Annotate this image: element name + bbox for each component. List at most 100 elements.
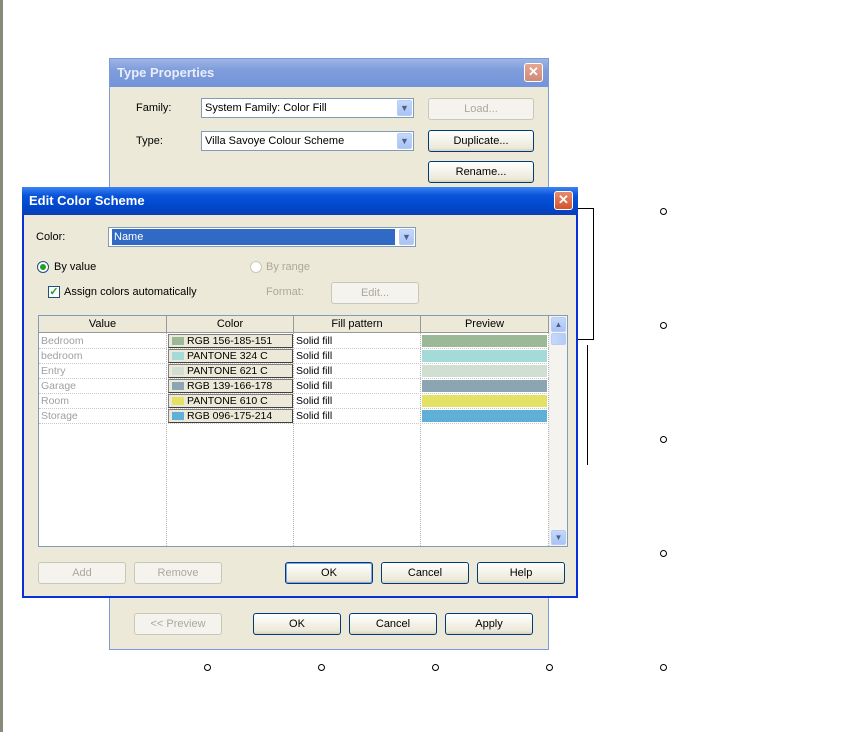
color-swatch (172, 367, 184, 375)
assign-colors-checkbox[interactable]: ✓ (48, 286, 60, 298)
by-value-radio[interactable] (37, 261, 49, 273)
page-left-border (0, 0, 3, 732)
color-cell-button[interactable]: PANTONE 610 C (168, 394, 293, 408)
by-range-label: By range (266, 261, 311, 273)
scroll-thumb[interactable] (551, 333, 566, 345)
color-cell-button[interactable]: PANTONE 621 C (168, 364, 293, 378)
vertical-scrollbar[interactable]: ▲ ▼ (549, 316, 567, 546)
column-header-value[interactable]: Value (39, 316, 167, 333)
value-cell[interactable]: bedroom (39, 349, 165, 364)
ok-button[interactable]: OK (253, 613, 341, 635)
scroll-up-arrow-icon[interactable]: ▲ (551, 317, 566, 332)
fill-pattern-cell[interactable]: Solid fill (296, 379, 418, 394)
table-row[interactable]: Room PANTONE 610 C Solid fill (39, 394, 549, 409)
value-cell[interactable]: Entry (39, 364, 165, 379)
family-label: Family: (136, 102, 172, 114)
drawing-line (577, 208, 594, 340)
dialog-title: Edit Color Scheme (29, 193, 145, 208)
selection-handle[interactable] (660, 664, 667, 671)
color-parameter-select[interactable]: Name ▼ (108, 227, 416, 247)
fill-pattern-cell[interactable]: Solid fill (296, 364, 418, 379)
add-button[interactable]: Add (38, 562, 126, 584)
color-cell-button[interactable]: PANTONE 324 C (168, 349, 293, 363)
color-swatch (172, 412, 184, 420)
selection-handle[interactable] (660, 208, 667, 215)
selection-handle[interactable] (660, 550, 667, 557)
type-properties-titlebar[interactable]: Type Properties ✕ (110, 59, 548, 87)
load-button[interactable]: Load... (428, 98, 534, 120)
table-row[interactable]: bedroom PANTONE 324 C Solid fill (39, 349, 549, 364)
value-cell[interactable]: Room (39, 394, 165, 409)
selection-handle[interactable] (660, 322, 667, 329)
assign-colors-label: Assign colors automatically (64, 286, 197, 298)
color-name: PANTONE 610 C (187, 395, 268, 407)
remove-button[interactable]: Remove (134, 562, 222, 584)
selection-handle[interactable] (318, 664, 325, 671)
fill-pattern-cell[interactable]: Solid fill (296, 409, 418, 424)
table-row[interactable]: Entry PANTONE 621 C Solid fill (39, 364, 549, 379)
ok-button[interactable]: OK (285, 562, 373, 584)
drawing-line (577, 345, 588, 465)
by-range-radio[interactable] (250, 261, 262, 273)
preview-swatch (422, 410, 547, 422)
cancel-button[interactable]: Cancel (381, 562, 469, 584)
fill-pattern-cell[interactable]: Solid fill (296, 394, 418, 409)
type-label: Type: (136, 135, 163, 147)
close-icon[interactable]: ✕ (554, 191, 573, 210)
by-value-label: By value (54, 261, 97, 273)
color-swatch (172, 397, 184, 405)
color-cell-button[interactable]: RGB 156-185-151 (168, 334, 293, 348)
duplicate-button[interactable]: Duplicate... (428, 130, 534, 152)
color-name: RGB 156-185-151 (187, 335, 273, 347)
color-name: RGB 096-175-214 (187, 410, 273, 422)
color-swatch (172, 337, 184, 345)
rename-button[interactable]: Rename... (428, 161, 534, 183)
format-label: Format: (266, 286, 304, 298)
preview-swatch (422, 350, 547, 362)
color-name: PANTONE 621 C (187, 365, 268, 377)
fill-pattern-cell[interactable]: Solid fill (296, 334, 418, 349)
selection-handle[interactable] (432, 664, 439, 671)
type-select[interactable]: Villa Savoye Colour Scheme ▼ (201, 131, 414, 151)
close-icon[interactable]: ✕ (524, 63, 543, 82)
preview-swatch (422, 395, 547, 407)
help-button[interactable]: Help (477, 562, 565, 584)
selection-handle[interactable] (546, 664, 553, 671)
apply-button[interactable]: Apply (445, 613, 533, 635)
selection-handle[interactable] (204, 664, 211, 671)
family-select[interactable]: System Family: Color Fill ▼ (201, 98, 414, 118)
edit-color-scheme-titlebar[interactable]: Edit Color Scheme ✕ (22, 187, 578, 215)
preview-swatch (422, 380, 547, 392)
column-header-fill-pattern[interactable]: Fill pattern (294, 316, 421, 333)
color-cell-button[interactable]: RGB 139-166-178 (168, 379, 293, 393)
table-row[interactable]: Garage RGB 139-166-178 Solid fill (39, 379, 549, 394)
color-parameter-value: Name (112, 229, 395, 245)
edit-color-scheme-dialog: Edit Color Scheme ✕ Color: Name ▼ By val… (22, 187, 578, 598)
cancel-button[interactable]: Cancel (349, 613, 437, 635)
table-row[interactable]: Bedroom RGB 156-185-151 Solid fill (39, 334, 549, 349)
color-name: PANTONE 324 C (187, 350, 268, 362)
column-header-color[interactable]: Color (167, 316, 294, 333)
preview-button[interactable]: << Preview (134, 613, 222, 635)
color-swatch (172, 352, 184, 360)
format-edit-button[interactable]: Edit... (331, 282, 419, 304)
fill-pattern-cell[interactable]: Solid fill (296, 349, 418, 364)
scroll-down-arrow-icon[interactable]: ▼ (551, 530, 566, 545)
value-cell[interactable]: Bedroom (39, 334, 165, 349)
color-swatch (172, 382, 184, 390)
color-cell-button[interactable]: RGB 096-175-214 (168, 409, 293, 423)
column-header-preview[interactable]: Preview (421, 316, 549, 333)
color-name: RGB 139-166-178 (187, 380, 273, 392)
color-scheme-table: Value Color Fill pattern Preview Bedroom… (38, 315, 568, 547)
chevron-down-icon[interactable]: ▼ (397, 133, 412, 149)
chevron-down-icon[interactable]: ▼ (397, 100, 412, 116)
preview-swatch (422, 335, 547, 347)
selection-handle[interactable] (660, 436, 667, 443)
preview-swatch (422, 365, 547, 377)
family-value: System Family: Color Fill (205, 102, 327, 114)
value-cell[interactable]: Storage (39, 409, 165, 424)
color-label: Color: (36, 231, 66, 243)
table-row[interactable]: Storage RGB 096-175-214 Solid fill (39, 409, 549, 424)
chevron-down-icon[interactable]: ▼ (399, 229, 414, 245)
value-cell[interactable]: Garage (39, 379, 165, 394)
